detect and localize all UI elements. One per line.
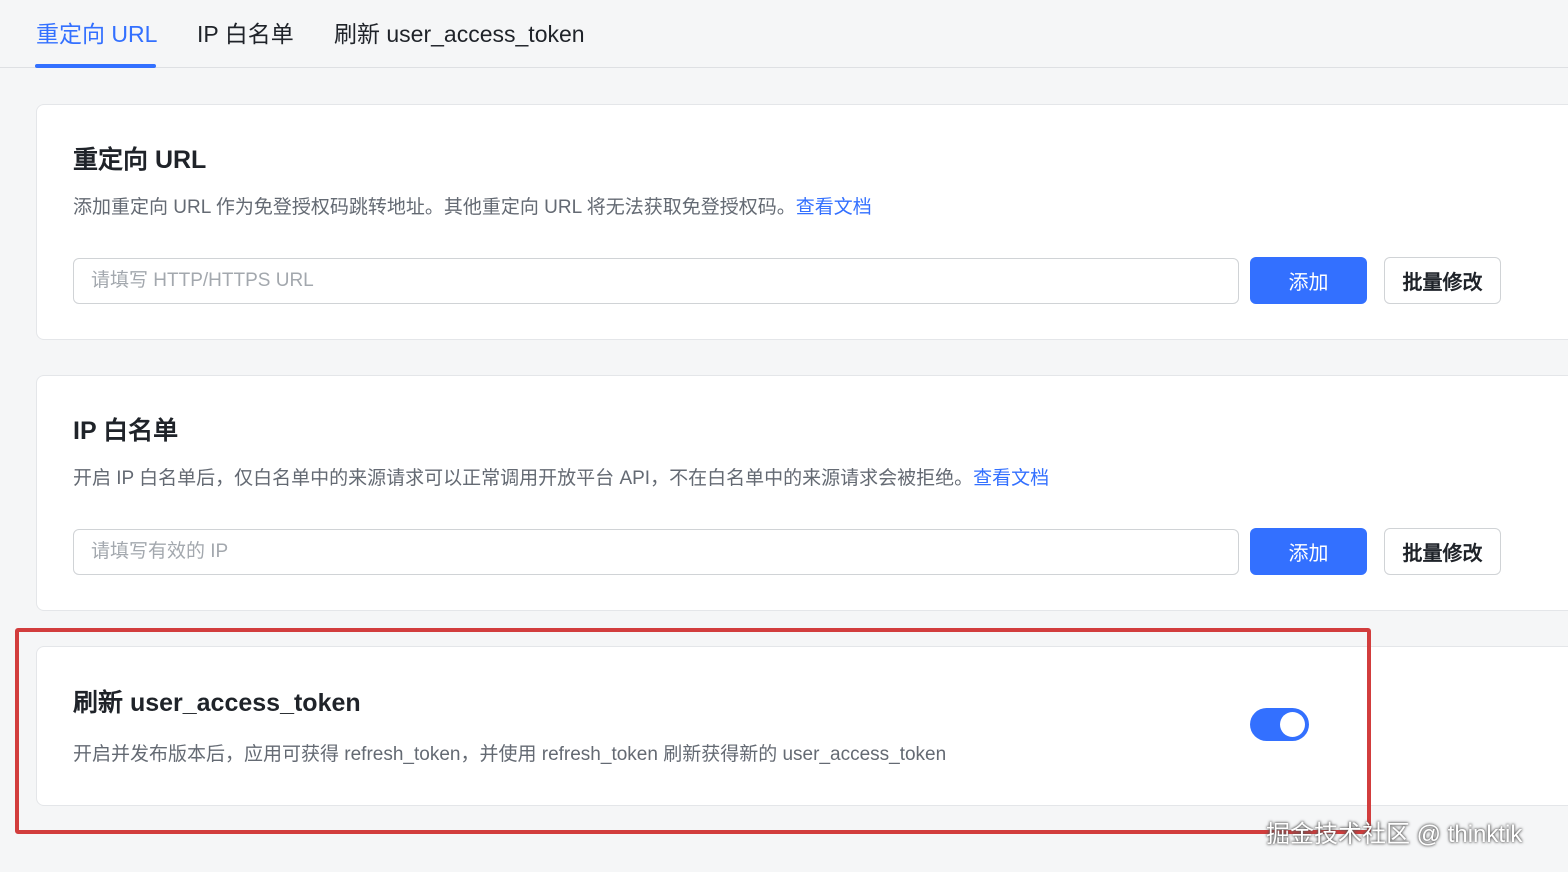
ip-whitelist-input[interactable] — [73, 529, 1239, 575]
redirect-url-desc-text: 添加重定向 URL 作为免登授权码跳转地址。其他重定向 URL 将无法获取免登授… — [73, 197, 796, 218]
tab-ip-whitelist[interactable]: IP 白名单 — [197, 18, 294, 50]
redirect-url-batch-edit-button[interactable]: 批量修改 — [1384, 257, 1501, 304]
redirect-url-description: 添加重定向 URL 作为免登授权码跳转地址。其他重定向 URL 将无法获取免登授… — [73, 194, 872, 222]
ip-whitelist-add-button[interactable]: 添加 — [1250, 528, 1367, 575]
watermark: 掘金技术社区 @ thinktik — [1266, 821, 1523, 848]
redirect-url-input[interactable] — [73, 258, 1239, 304]
redirect-url-title: 重定向 URL — [73, 146, 207, 174]
redirect-url-doc-link[interactable]: 查看文档 — [796, 197, 872, 218]
ip-whitelist-description: 开启 IP 白名单后，仅白名单中的来源请求可以正常调用开放平台 API，不在白名… — [73, 465, 1049, 493]
tab-bar: 重定向 URL IP 白名单 刷新 user_access_token — [0, 0, 1568, 68]
tab-redirect-url[interactable]: 重定向 URL — [36, 18, 157, 50]
ip-whitelist-card: IP 白名单 开启 IP 白名单后，仅白名单中的来源请求可以正常调用开放平台 A… — [36, 375, 1568, 611]
ip-whitelist-desc-text: 开启 IP 白名单后，仅白名单中的来源请求可以正常调用开放平台 API，不在白名… — [73, 468, 974, 489]
ip-whitelist-title: IP 白名单 — [73, 417, 179, 445]
refresh-token-description: 开启并发布版本后，应用可获得 refresh_token，并使用 refresh… — [73, 744, 947, 765]
ip-whitelist-doc-link[interactable]: 查看文档 — [973, 468, 1049, 489]
active-tab-indicator — [35, 64, 156, 68]
refresh-token-card: 刷新 user_access_token 开启并发布版本后，应用可获得 refr… — [36, 646, 1568, 806]
redirect-url-add-button[interactable]: 添加 — [1250, 257, 1367, 304]
ip-whitelist-batch-edit-button[interactable]: 批量修改 — [1384, 528, 1501, 575]
redirect-url-card: 重定向 URL 添加重定向 URL 作为免登授权码跳转地址。其他重定向 URL … — [36, 104, 1568, 340]
refresh-token-title: 刷新 user_access_token — [73, 689, 361, 717]
refresh-token-toggle[interactable] — [1250, 708, 1309, 741]
tab-refresh-token[interactable]: 刷新 user_access_token — [334, 18, 585, 50]
toggle-knob — [1280, 712, 1305, 737]
